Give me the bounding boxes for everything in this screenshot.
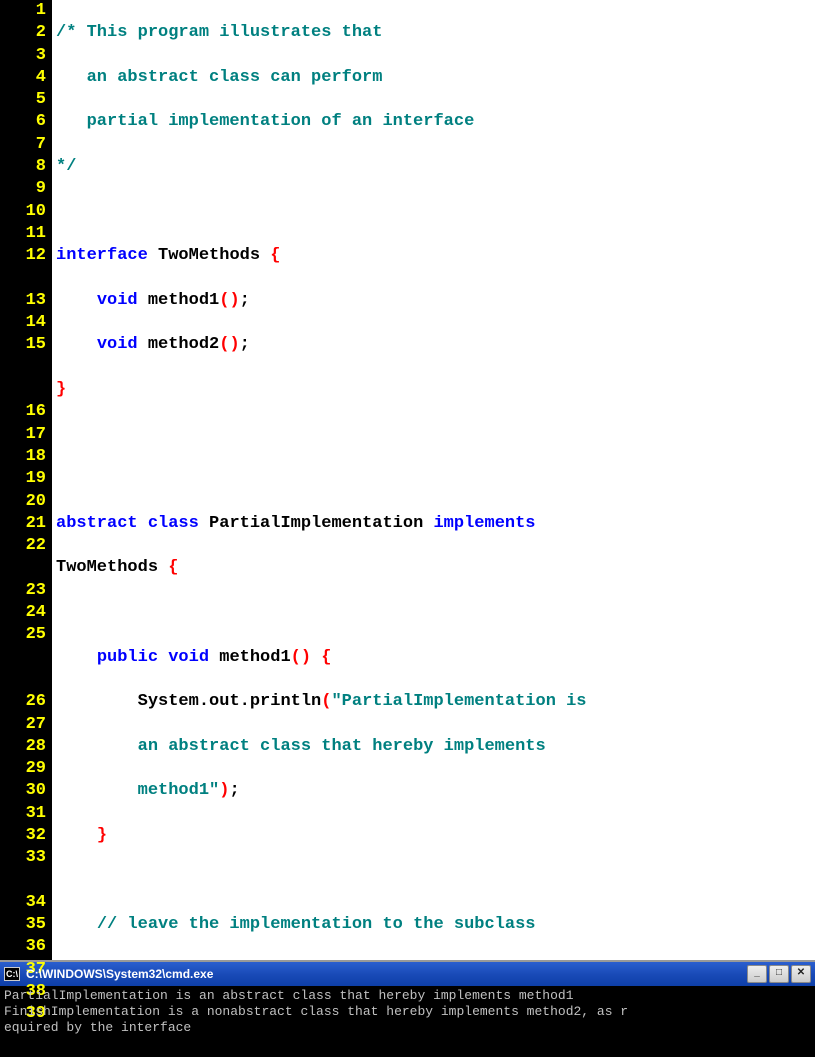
- line-number: [2, 268, 46, 290]
- line-number: [2, 379, 46, 401]
- line-number: 26: [2, 691, 46, 713]
- code-line: */: [56, 156, 815, 178]
- line-number: 24: [2, 602, 46, 624]
- code-line: interface TwoMethods {: [56, 245, 815, 267]
- line-number: [2, 870, 46, 892]
- output-line: FinishImplementation is a nonabstract cl…: [4, 1004, 628, 1019]
- line-number: 22: [2, 535, 46, 557]
- line-number: 16: [2, 401, 46, 423]
- line-number: 7: [2, 134, 46, 156]
- line-number: 25: [2, 624, 46, 646]
- code-line: [56, 201, 815, 223]
- code-content[interactable]: /* This program illustrates that an abst…: [52, 0, 815, 960]
- code-line: abstract class PartialImplementation imp…: [56, 513, 815, 535]
- line-number: 14: [2, 312, 46, 334]
- line-number: [2, 669, 46, 691]
- code-line: public abstract void method2();: [56, 959, 815, 960]
- line-number: [2, 357, 46, 379]
- line-number: 3: [2, 45, 46, 67]
- line-number: 2: [2, 22, 46, 44]
- code-line: [56, 870, 815, 892]
- line-number: 1: [2, 0, 46, 22]
- code-line: public void method1() {: [56, 647, 815, 669]
- line-number: 23: [2, 580, 46, 602]
- output-line: equired by the interface: [4, 1020, 191, 1035]
- window-controls: _ □ ✕: [747, 965, 811, 983]
- line-number: [2, 647, 46, 669]
- line-number: 36: [2, 936, 46, 958]
- code-line: [56, 424, 815, 446]
- code-line: // leave the implementation to the subcl…: [56, 914, 815, 936]
- code-line: }: [56, 825, 815, 847]
- output-line: PartialImplementation is an abstract cla…: [4, 988, 574, 1003]
- code-line: TwoMethods {: [56, 557, 815, 579]
- line-number: 35: [2, 914, 46, 936]
- line-number: 8: [2, 156, 46, 178]
- line-number: 5: [2, 89, 46, 111]
- line-number: 21: [2, 513, 46, 535]
- line-number: 10: [2, 201, 46, 223]
- code-line: void method1();: [56, 290, 815, 312]
- close-button[interactable]: ✕: [791, 965, 811, 983]
- line-number: 29: [2, 758, 46, 780]
- code-editor: 1 2 3 4 5 6 7 8 9 10 11 12 13 14 15 16 1…: [0, 0, 815, 960]
- code-line: [56, 602, 815, 624]
- line-number: 27: [2, 714, 46, 736]
- line-number: 13: [2, 290, 46, 312]
- maximize-button[interactable]: □: [769, 965, 789, 983]
- code-line: }: [56, 379, 815, 401]
- minimize-button[interactable]: _: [747, 965, 767, 983]
- code-line: an abstract class can perform: [56, 67, 815, 89]
- code-line: System.out.println("PartialImplementatio…: [56, 691, 815, 713]
- line-number: 34: [2, 892, 46, 914]
- command-prompt-titlebar[interactable]: C:\ C:\WINDOWS\System32\cmd.exe _ □ ✕: [0, 962, 815, 986]
- line-number: 28: [2, 736, 46, 758]
- command-prompt-output[interactable]: PartialImplementation is an abstract cla…: [0, 986, 815, 1056]
- line-number: 30: [2, 780, 46, 802]
- line-number: 20: [2, 491, 46, 513]
- line-number: 9: [2, 178, 46, 200]
- line-number: 6: [2, 111, 46, 133]
- cmd-icon: C:\: [4, 967, 20, 981]
- line-number: 19: [2, 468, 46, 490]
- line-number: [2, 557, 46, 579]
- code-line: partial implementation of an interface: [56, 111, 815, 133]
- command-prompt-window: C:\ C:\WINDOWS\System32\cmd.exe _ □ ✕ Pa…: [0, 960, 815, 1056]
- line-number: 32: [2, 825, 46, 847]
- line-number: 4: [2, 67, 46, 89]
- code-line: /* This program illustrates that: [56, 22, 815, 44]
- line-number: 12: [2, 245, 46, 267]
- line-number: 15: [2, 334, 46, 356]
- line-number: 18: [2, 446, 46, 468]
- code-line: void method2();: [56, 334, 815, 356]
- line-number: 17: [2, 424, 46, 446]
- command-prompt-title: C:\WINDOWS\System32\cmd.exe: [26, 967, 747, 981]
- line-number: 31: [2, 803, 46, 825]
- line-number: 33: [2, 847, 46, 869]
- code-line: [56, 468, 815, 490]
- code-line: method1");: [56, 780, 815, 802]
- line-number: 11: [2, 223, 46, 245]
- code-line: an abstract class that hereby implements: [56, 736, 815, 758]
- line-number-gutter: 1 2 3 4 5 6 7 8 9 10 11 12 13 14 15 16 1…: [0, 0, 52, 960]
